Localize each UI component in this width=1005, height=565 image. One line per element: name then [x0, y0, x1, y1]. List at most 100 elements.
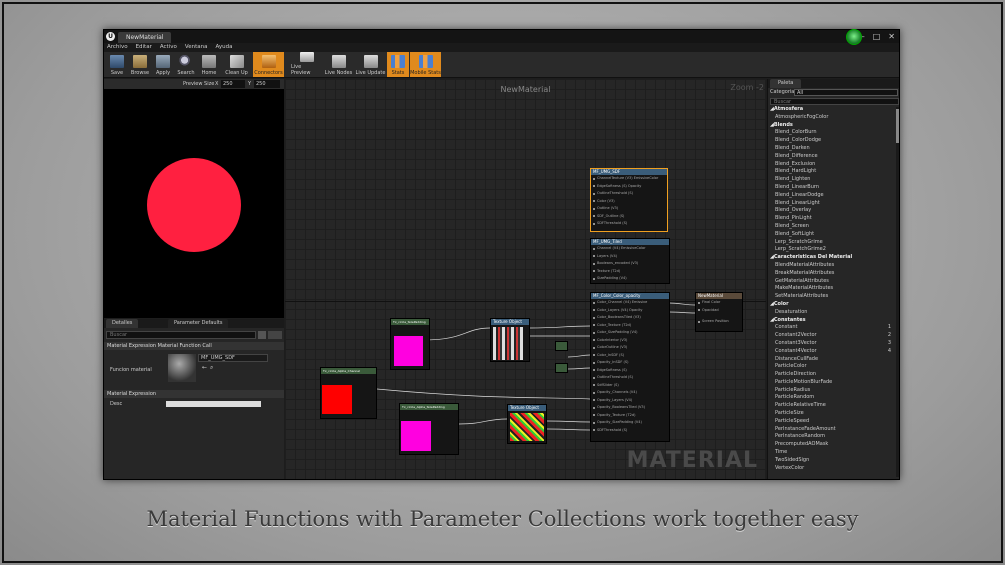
palette-item[interactable]: Blend_Exclusion	[768, 161, 899, 169]
node-color-opacity[interactable]: MF_Color_Color_opacity Color_Channel (V4…	[590, 292, 670, 442]
desc-input[interactable]	[166, 401, 261, 407]
palette-item[interactable]: Blend_Difference	[768, 153, 899, 161]
node-texture-object-1[interactable]: Texture Object	[490, 318, 530, 362]
home-button[interactable]: Home	[198, 52, 220, 77]
browse-button[interactable]: Browse	[129, 52, 151, 77]
node-mf-umg-tiled[interactable]: MF_UMG_Tiled Channel (V4) EmissiveColor L…	[590, 238, 670, 284]
live-preview-button[interactable]: Live Preview	[291, 52, 322, 77]
node-scalar-2[interactable]	[555, 363, 568, 373]
palette-item[interactable]: Blend_HardLight	[768, 168, 899, 176]
document-tab[interactable]: NewMaterial	[118, 32, 172, 43]
palette-category[interactable]: ◢Atmosfera	[768, 106, 899, 114]
category-select[interactable]: All	[794, 89, 898, 96]
palette-category[interactable]: ◢Blends	[768, 122, 899, 130]
stats-button[interactable]: Stats	[387, 52, 409, 77]
palette-item[interactable]: Blend_Darken	[768, 145, 899, 153]
palette-category[interactable]: ◢Caracteristicas Del Material	[768, 254, 899, 262]
function-select[interactable]: MF_UMG_SDF	[198, 354, 268, 362]
palette-item[interactable]: PerInstanceRandom	[768, 433, 899, 441]
close-button[interactable]: ✕	[888, 30, 895, 43]
node-material-output[interactable]: NewMaterial Final Color Opacidad Screen Po…	[695, 292, 743, 332]
palette-item[interactable]: Time	[768, 449, 899, 457]
palette-item[interactable]: Blend_Overlay	[768, 207, 899, 215]
details-search-input[interactable]: Buscar	[106, 331, 256, 339]
palette-item[interactable]: Blend_LinearDodge	[768, 192, 899, 200]
palette-item[interactable]: PrecomputedAOMask	[768, 441, 899, 449]
palette-item[interactable]: ParticleColor	[768, 363, 899, 371]
palette-item[interactable]: Lerp_ScratchGrime2	[768, 246, 899, 254]
preview-size-label: Preview Size	[183, 81, 215, 87]
palette-item[interactable]: SetMaterialAttributes	[768, 293, 899, 301]
palette-item[interactable]: ParticleMotionBlurFade	[768, 379, 899, 387]
palette-category[interactable]: ◢Color	[768, 301, 899, 309]
mobile-stats-button[interactable]: Mobile Stats	[410, 52, 441, 77]
palette-item[interactable]: Blend_Lighten	[768, 176, 899, 184]
palette-item[interactable]: BreakMaterialAttributes	[768, 270, 899, 278]
palette-item[interactable]: ParticleDirection	[768, 371, 899, 379]
palette-item[interactable]: ParticleRandom	[768, 394, 899, 402]
connectors-button[interactable]: Connectors	[253, 52, 284, 77]
palette-item[interactable]: Constant 1	[768, 324, 899, 332]
node-mf-umg-sdf[interactable]: MF_UMG_SDF ChannelTexture (V3) EmissiveC…	[590, 168, 668, 232]
node-texture-object-2[interactable]: Texture Object	[507, 404, 547, 444]
palette-category[interactable]: ◢Constantes	[768, 317, 899, 325]
menu-editar[interactable]: Editar	[136, 43, 152, 52]
palette-item[interactable]: PerInstanceFadeAmount	[768, 426, 899, 434]
palette-item[interactable]: Blend_LinearBurn	[768, 184, 899, 192]
palette-item[interactable]: Blend_PinLight	[768, 215, 899, 223]
apply-button[interactable]: Apply	[152, 52, 174, 77]
clean-up-button[interactable]: Clean Up	[221, 52, 252, 77]
menu-activo[interactable]: Activo	[160, 43, 177, 52]
palette-item[interactable]: Blend_SoftLight	[768, 231, 899, 239]
node-scalar-1[interactable]	[555, 341, 568, 351]
palette-item[interactable]: Blend_LinearLight	[768, 200, 899, 208]
palette-search-input[interactable]: Buscar	[770, 98, 899, 105]
node-param-sizepadding[interactable]: Tx_circle_SizePadding	[390, 318, 430, 370]
view-options-icon[interactable]	[258, 331, 266, 339]
palette-item[interactable]: ParticleSpeed	[768, 418, 899, 426]
palette-item[interactable]: AtmosphericFogColor	[768, 114, 899, 122]
preview-x-input[interactable]: 250	[221, 80, 245, 88]
palette-item[interactable]: ParticleRelativeTime	[768, 402, 899, 410]
maximize-button[interactable]: □	[873, 30, 881, 43]
tab-parameter-defaults[interactable]: Parameter Defaults	[168, 319, 229, 328]
menu-archivo[interactable]: Archivo	[107, 43, 128, 52]
material-preview-viewport[interactable]	[104, 89, 284, 318]
palette-item[interactable]: VertexColor	[768, 465, 899, 473]
palette-item[interactable]: Desaturation	[768, 309, 899, 317]
section-expression[interactable]: Material Expression	[104, 390, 284, 398]
palette-item[interactable]: Blend_ColorDodge	[768, 137, 899, 145]
palette-item[interactable]: Blend_Screen	[768, 223, 899, 231]
palette-item[interactable]: TwoSidedSign	[768, 457, 899, 465]
palette-item[interactable]: Constant3Vector 3	[768, 340, 899, 348]
source-control-status-icon[interactable]	[846, 29, 862, 45]
palette-item[interactable]: Blend_ColorBurn	[768, 129, 899, 137]
live-nodes-button[interactable]: Live Nodes	[323, 52, 354, 77]
tab-palette[interactable]: Paleta	[770, 79, 802, 88]
palette-item[interactable]: Lerp_ScratchGrime	[768, 239, 899, 247]
palette-scrollbar[interactable]	[896, 107, 899, 477]
node-param-alpha-sizepadding[interactable]: Tx_circle_Alpha_SizePadding	[399, 403, 459, 455]
palette-item[interactable]: ParticleSize	[768, 410, 899, 418]
palette-item[interactable]: MakeMaterialAttributes	[768, 285, 899, 293]
palette-item[interactable]: DistanceCullFade	[768, 356, 899, 364]
search-button[interactable]: Search	[175, 52, 197, 77]
node-param-alpha-channel[interactable]: Tx_circle_Alpha_Channel	[320, 367, 377, 419]
menu-ventana[interactable]: Ventana	[185, 43, 208, 52]
material-graph[interactable]: NewMaterial Zoom -2 MF_UMG_SDF ChannelTe…	[285, 79, 766, 479]
palette-item-label: Time	[775, 449, 788, 456]
section-function-call[interactable]: Material Expression Material Function Ca…	[104, 342, 284, 350]
palette-item[interactable]: BlendMaterialAttributes	[768, 262, 899, 270]
palette-item[interactable]: GetMaterialAttributes	[768, 278, 899, 286]
browse-asset-icon[interactable]: ⌕	[210, 364, 213, 372]
use-asset-icon[interactable]: ←	[202, 364, 207, 371]
eye-icon[interactable]	[268, 331, 282, 339]
save-button[interactable]: Save	[106, 52, 128, 77]
menu-ayuda[interactable]: Ayuda	[215, 43, 232, 52]
preview-y-input[interactable]: 250	[254, 80, 280, 88]
palette-item[interactable]: ParticleRadius	[768, 387, 899, 395]
tab-details[interactable]: Detalles	[106, 319, 139, 328]
palette-item[interactable]: Constant4Vector 4	[768, 348, 899, 356]
palette-item[interactable]: Constant2Vector 2	[768, 332, 899, 340]
live-update-button[interactable]: Live Update	[355, 52, 386, 77]
